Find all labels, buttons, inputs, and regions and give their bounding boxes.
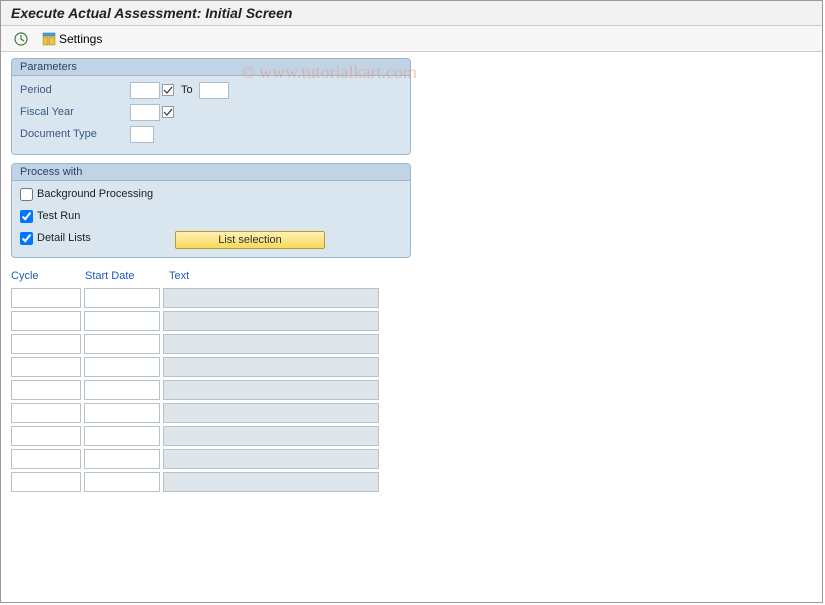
table-row <box>11 403 411 423</box>
table-row <box>11 357 411 377</box>
text-readonly-cell <box>163 334 379 354</box>
cycle-input[interactable] <box>11 426 81 446</box>
cycle-input[interactable] <box>11 311 81 331</box>
test-run-label: Test Run <box>37 210 80 222</box>
text-readonly-cell <box>163 311 379 331</box>
start-date-input[interactable] <box>84 426 160 446</box>
start-date-input[interactable] <box>84 311 160 331</box>
text-readonly-cell <box>163 403 379 423</box>
text-readonly-cell <box>163 288 379 308</box>
cycle-table: Cycle Start Date Text <box>11 270 411 492</box>
text-readonly-cell <box>163 380 379 400</box>
cycle-input[interactable] <box>11 403 81 423</box>
cycle-input[interactable] <box>11 288 81 308</box>
process-with-group-title: Process with <box>12 164 410 181</box>
text-readonly-cell <box>163 426 379 446</box>
page-title: Execute Actual Assessment: Initial Scree… <box>1 1 822 26</box>
list-selection-button[interactable]: List selection <box>175 231 325 249</box>
f4-help-icon[interactable] <box>161 83 175 97</box>
settings-layout-icon <box>41 31 57 47</box>
table-row <box>11 288 411 308</box>
cycle-input[interactable] <box>11 472 81 492</box>
settings-button[interactable]: Settings <box>37 30 106 48</box>
fiscal-year-label: Fiscal Year <box>20 106 130 118</box>
start-date-input[interactable] <box>84 403 160 423</box>
table-row <box>11 426 411 446</box>
document-type-input[interactable] <box>130 126 154 143</box>
column-header-start-date[interactable]: Start Date <box>85 270 165 282</box>
cycle-input[interactable] <box>11 334 81 354</box>
process-with-group: Process with Background Processing Test … <box>11 163 411 258</box>
background-processing-checkbox[interactable] <box>20 188 33 201</box>
fiscal-year-input[interactable] <box>130 104 160 121</box>
cycle-input[interactable] <box>11 449 81 469</box>
toolbar: Settings <box>1 26 822 52</box>
parameters-group-title: Parameters <box>12 59 410 76</box>
table-row <box>11 472 411 492</box>
column-header-cycle[interactable]: Cycle <box>11 270 81 282</box>
background-processing-label: Background Processing <box>37 188 153 200</box>
start-date-input[interactable] <box>84 449 160 469</box>
table-row <box>11 334 411 354</box>
text-readonly-cell <box>163 449 379 469</box>
table-row <box>11 311 411 331</box>
period-to-input[interactable] <box>199 82 229 99</box>
start-date-input[interactable] <box>84 357 160 377</box>
start-date-input[interactable] <box>84 334 160 354</box>
period-to-label: To <box>181 84 193 96</box>
table-row <box>11 449 411 469</box>
table-row <box>11 380 411 400</box>
start-date-input[interactable] <box>84 288 160 308</box>
period-from-input[interactable] <box>130 82 160 99</box>
period-label: Period <box>20 84 130 96</box>
start-date-input[interactable] <box>84 380 160 400</box>
parameters-group: Parameters Period To Fiscal Year <box>11 58 411 155</box>
clock-execute-icon <box>13 31 29 47</box>
start-date-input[interactable] <box>84 472 160 492</box>
f4-help-icon[interactable] <box>161 105 175 119</box>
text-readonly-cell <box>163 472 379 492</box>
execute-button[interactable] <box>9 30 33 48</box>
cycle-input[interactable] <box>11 380 81 400</box>
cycle-input[interactable] <box>11 357 81 377</box>
test-run-checkbox[interactable] <box>20 210 33 223</box>
column-header-text[interactable]: Text <box>169 270 381 282</box>
settings-label: Settings <box>59 32 102 46</box>
text-readonly-cell <box>163 357 379 377</box>
document-type-label: Document Type <box>20 128 130 140</box>
